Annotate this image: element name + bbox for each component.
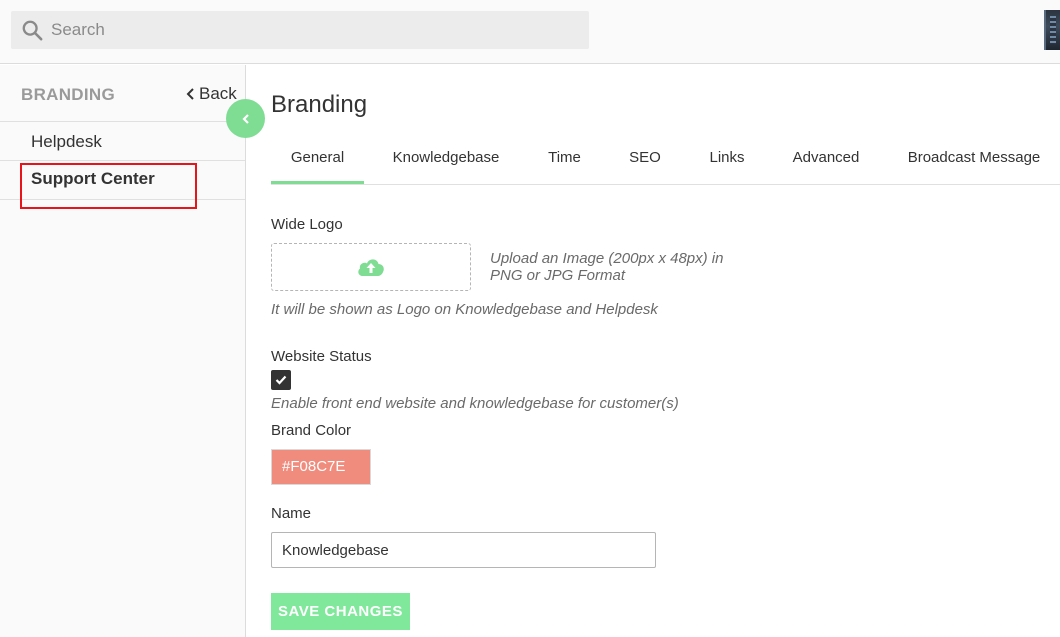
avatar[interactable] [1044,10,1060,50]
page-title: Branding [271,91,368,118]
back-link[interactable]: Back [186,84,237,104]
upload-hint-line2: PNG or JPG Format [490,267,626,284]
save-changes-button[interactable]: SAVE CHANGES [271,593,410,630]
top-bar [0,0,1060,64]
checkmark-icon [275,375,287,385]
tab-time[interactable]: Time [537,137,592,184]
sidebar-header: BRANDING Back [0,65,245,122]
search-input[interactable] [51,11,581,49]
upload-hint-line1: Upload an Image (200px x 48px) in [490,250,724,267]
sidebar-item-helpdesk[interactable]: Helpdesk [0,122,245,161]
main-content: Branding General Knowledgebase Time SEO … [246,65,1060,637]
collapse-sidebar-button[interactable] [226,99,265,138]
brand-color-label: Brand Color [271,422,352,439]
tab-links[interactable]: Links [699,137,755,184]
website-status-label: Website Status [271,348,372,365]
sidebar-item-support-center[interactable]: Support Center [0,161,245,200]
wide-logo-description: It will be shown as Logo on Knowledgebas… [271,301,658,318]
website-status-checkbox[interactable] [271,370,291,390]
sidebar: BRANDING Back Helpdesk Support Center [0,65,246,637]
tab-knowledgebase[interactable]: Knowledgebase [382,137,510,184]
sidebar-item-label: Support Center [31,169,155,188]
chevron-left-icon [186,88,194,100]
brand-color-picker[interactable]: #F08C7E [271,449,371,485]
back-label: Back [199,84,237,103]
tab-broadcast-message[interactable]: Broadcast Message [899,137,1049,184]
tab-seo[interactable]: SEO [617,137,673,184]
tab-general[interactable]: General [271,137,364,184]
logo-upload-zone[interactable] [271,243,471,291]
tab-advanced[interactable]: Advanced [781,137,871,184]
website-status-description: Enable front end website and knowledgeba… [271,395,679,412]
wide-logo-label: Wide Logo [271,216,343,233]
name-field[interactable] [271,532,656,568]
cloud-upload-icon [358,259,384,276]
sidebar-item-label: Helpdesk [31,132,102,151]
name-label: Name [271,505,312,522]
tab-bar: General Knowledgebase Time SEO Links Adv… [271,137,1060,185]
chevron-left-icon [241,113,249,124]
search-icon [22,20,43,41]
sidebar-title: BRANDING [21,85,116,104]
search-box[interactable] [11,11,589,49]
